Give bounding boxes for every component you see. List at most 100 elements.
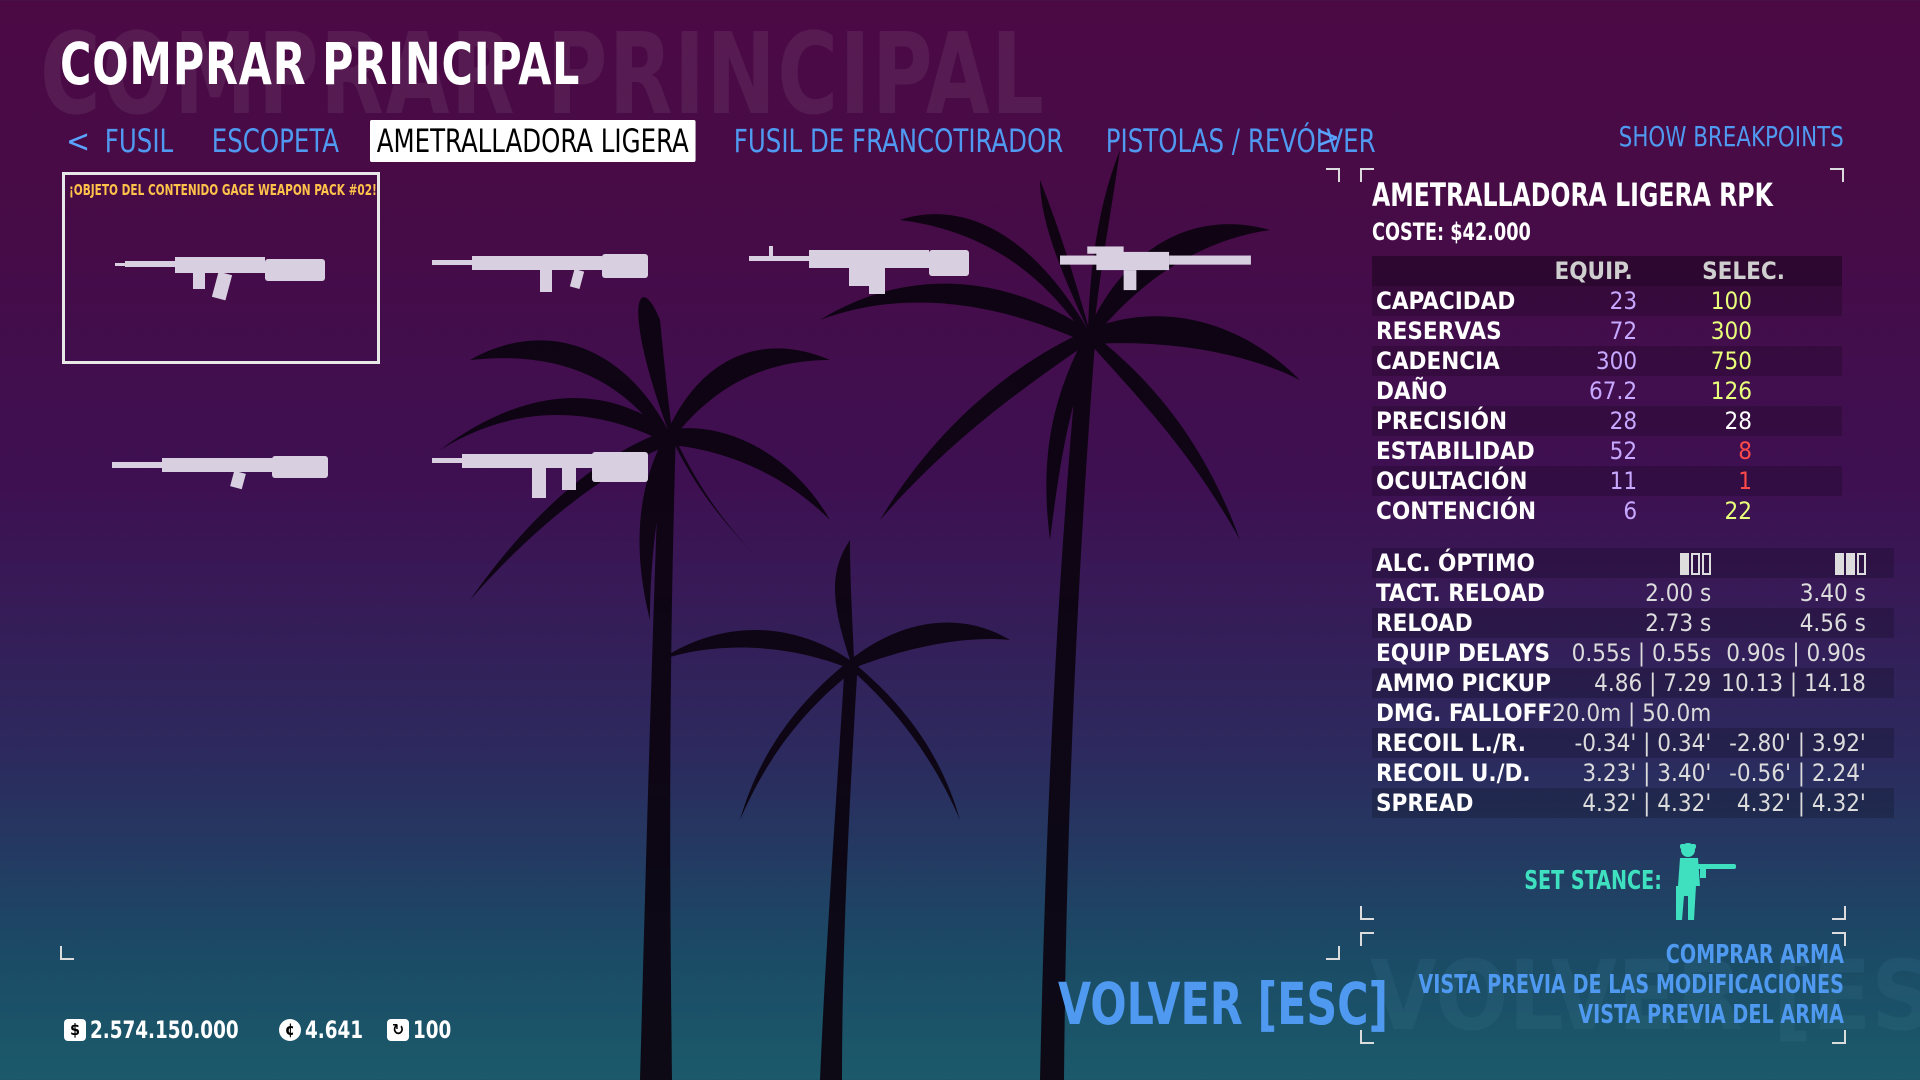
money-display: $ 2.574.150.000 <box>64 1016 265 1044</box>
range-bar <box>1845 553 1855 575</box>
stat-selec-value: 8 <box>1738 437 1752 465</box>
lmg-2-icon <box>432 254 648 292</box>
frame-corner <box>1832 906 1846 920</box>
stat-label: DAÑO <box>1376 377 1448 405</box>
selected-weapon-name: AMETRALLADORA LIGERA RPK <box>1372 176 1773 214</box>
range-bar <box>1856 553 1866 575</box>
continental-coin-icon: ¢ <box>278 1019 301 1041</box>
stat-selec-value: 4.56 s <box>1721 608 1894 638</box>
stat-equip-value: 20.0m | 50.0m <box>1552 699 1712 727</box>
stat-equip-value: 300 <box>1542 346 1646 376</box>
action-links: COMPRAR ARMA VISTA PREVIA DE LAS MODIFIC… <box>1325 940 1844 1030</box>
weapon-slot-2[interactable] <box>382 172 700 364</box>
coins-value: 4.641 <box>304 1016 363 1044</box>
stat-row: EQUIP DELAYS 0.55s | 0.55s 0.90s | 0.90s <box>1372 638 1894 668</box>
stat-row: SPREAD 4.32' | 4.32' 4.32' | 4.32' <box>1372 788 1894 818</box>
stance-label: SET STANCE: <box>1524 866 1662 896</box>
back-button[interactable]: VOLVER [ESC] <box>1058 970 1388 1038</box>
frame-corner <box>1360 906 1374 920</box>
tab-ametralladora-ligera[interactable]: AMETRALLADORA LIGERA <box>370 120 696 162</box>
stats-header-blank <box>1372 256 1543 286</box>
stat-equip-value: 6 <box>1623 497 1638 525</box>
frame-corner <box>60 946 74 960</box>
tab-next-arrow[interactable]: > <box>1316 118 1340 156</box>
weapon-stats-panel: AMETRALLADORA LIGERA RPK COSTE: $42.000 … <box>1360 168 1894 818</box>
primary-stats-table: EQUIP. SELEC. CAPACIDAD 23 100 RESERVAS 72 30… <box>1372 256 1842 526</box>
standing-soldier-icon[interactable] <box>1666 840 1738 922</box>
stat-selec-value: 1 <box>1645 466 1842 496</box>
tab-fusil-de-francotirador[interactable]: FUSIL DE FRANCOTIRADOR <box>727 120 1070 162</box>
level-icon: ↻ <box>387 1019 410 1041</box>
money-icon: $ <box>64 1019 86 1041</box>
stats-header-selec: SELEC. <box>1645 256 1842 286</box>
stat-label: RESERVAS <box>1376 317 1502 345</box>
stat-label: CONTENCIÓN <box>1376 497 1537 525</box>
stat-label: OCULTACIÓN <box>1372 466 1543 496</box>
money-value: 2.574.150.000 <box>90 1016 239 1044</box>
tabs-strip: FUSIL ESCOPETA AMETRALLADORA LIGERA FUSI… <box>98 120 1376 162</box>
rpk-lmg-icon <box>115 257 325 301</box>
lmg-3-icon <box>749 246 969 294</box>
stat-selec-value: 300 <box>1710 317 1752 345</box>
stat-selec-value: 10.13 | 14.18 <box>1721 668 1894 698</box>
stat-equip-value: 11 <box>1542 466 1646 496</box>
weapon-slot-3[interactable] <box>698 172 1016 364</box>
preview-mods-button[interactable]: VISTA PREVIA DE LAS MODIFICACIONES <box>1418 970 1844 1000</box>
tab-escopeta[interactable]: ESCOPETA <box>205 120 346 162</box>
stat-label: SPREAD <box>1372 788 1553 818</box>
stat-label: AMMO PICKUP <box>1372 668 1553 698</box>
show-breakpoints-button[interactable]: SHOW BREAKPOINTS <box>1619 120 1844 153</box>
stat-selec-value: -0.56' | 2.24' <box>1729 759 1866 787</box>
stat-selec-value: 22 <box>1724 497 1752 525</box>
preview-weapon-button[interactable]: VISTA PREVIA DEL ARMA <box>1418 1000 1844 1030</box>
stat-row: TACT. RELOAD 2.00 s 3.40 s <box>1372 578 1894 608</box>
extra-stats-table: ALC. ÓPTIMO TACT. RELOAD 2.00 s 3.40 s RELO… <box>1372 548 1894 818</box>
stat-label: ALC. ÓPTIMO <box>1372 548 1553 578</box>
weapon-cost: COSTE: $42.000 <box>1372 218 1531 246</box>
stat-selec-value: 100 <box>1645 286 1842 316</box>
frame-corner <box>1832 1030 1846 1044</box>
stat-label: RECOIL U./D. <box>1376 759 1531 787</box>
stat-label: DMG. FALLOFF <box>1376 699 1553 727</box>
weapon-slot-5[interactable] <box>62 370 380 562</box>
stat-row: OCULTACIÓN 11 1 <box>1372 466 1842 496</box>
stat-equip-value: 4.32' | 4.32' <box>1552 788 1722 818</box>
range-bar <box>1834 553 1844 575</box>
weapon-slot-6[interactable] <box>382 370 700 562</box>
stat-selec-value: 3.40 s <box>1799 579 1866 607</box>
stat-row: RESERVAS 72 300 <box>1372 316 1842 346</box>
weapon-grid: ¡OBJETO DEL CONTENIDO GAGE WEAPON PACK #… <box>60 168 1340 960</box>
range-bars <box>1678 549 1712 577</box>
tab-prev-arrow[interactable]: < <box>58 122 98 160</box>
stat-label: RECOIL L./R. <box>1372 728 1553 758</box>
range-bar <box>1680 553 1690 575</box>
stat-label: TACT. RELOAD <box>1376 579 1545 607</box>
stat-label: CADENCIA <box>1372 346 1543 376</box>
stance-selector[interactable]: SET STANCE: <box>1494 840 1738 922</box>
stat-row: DMG. FALLOFF 20.0m | 50.0m <box>1372 698 1894 728</box>
stat-selec-value: -2.80' | 3.92' <box>1721 728 1894 758</box>
optimal-range-equip-bars <box>1552 548 1722 578</box>
dlc-notice: ¡OBJETO DEL CONTENIDO GAGE WEAPON PACK #… <box>69 181 377 199</box>
weapon-category-tabs: < FUSIL ESCOPETA AMETRALLADORA LIGERA FU… <box>58 118 1376 164</box>
stat-equip-value: 2.00 s <box>1645 579 1712 607</box>
buy-weapon-button[interactable]: COMPRAR ARMA <box>1418 940 1844 970</box>
stat-row: CADENCIA 300 750 <box>1372 346 1842 376</box>
tab-fusil[interactable]: FUSIL <box>98 120 180 162</box>
lmg-4-icon <box>1060 246 1251 291</box>
stat-row: RECOIL L./R. -0.34' | 0.34' -2.80' | 3.92' <box>1372 728 1894 758</box>
stat-selec-value: 28 <box>1645 406 1842 436</box>
stat-equip-value: 0.55s | 0.55s <box>1571 639 1712 667</box>
stat-selec-value: 126 <box>1710 377 1752 405</box>
weapon-slot-4[interactable] <box>1020 172 1338 364</box>
lmg-5-icon <box>112 456 328 490</box>
coins-display: ¢ 4.641 <box>278 1016 373 1044</box>
range-bars <box>1833 549 1866 577</box>
stat-equip-value: 28 <box>1542 406 1646 436</box>
stat-row: CAPACIDAD 23 100 <box>1372 286 1842 316</box>
stat-selec-value: 0.90s | 0.90s <box>1726 639 1866 667</box>
weapon-slot-rpk[interactable]: ¡OBJETO DEL CONTENIDO GAGE WEAPON PACK #… <box>62 172 380 364</box>
stat-row: PRECISIÓN 28 28 <box>1372 406 1842 436</box>
stat-row: AMMO PICKUP 4.86 | 7.29 10.13 | 14.18 <box>1372 668 1894 698</box>
stat-equip-value: 23 <box>1542 286 1646 316</box>
